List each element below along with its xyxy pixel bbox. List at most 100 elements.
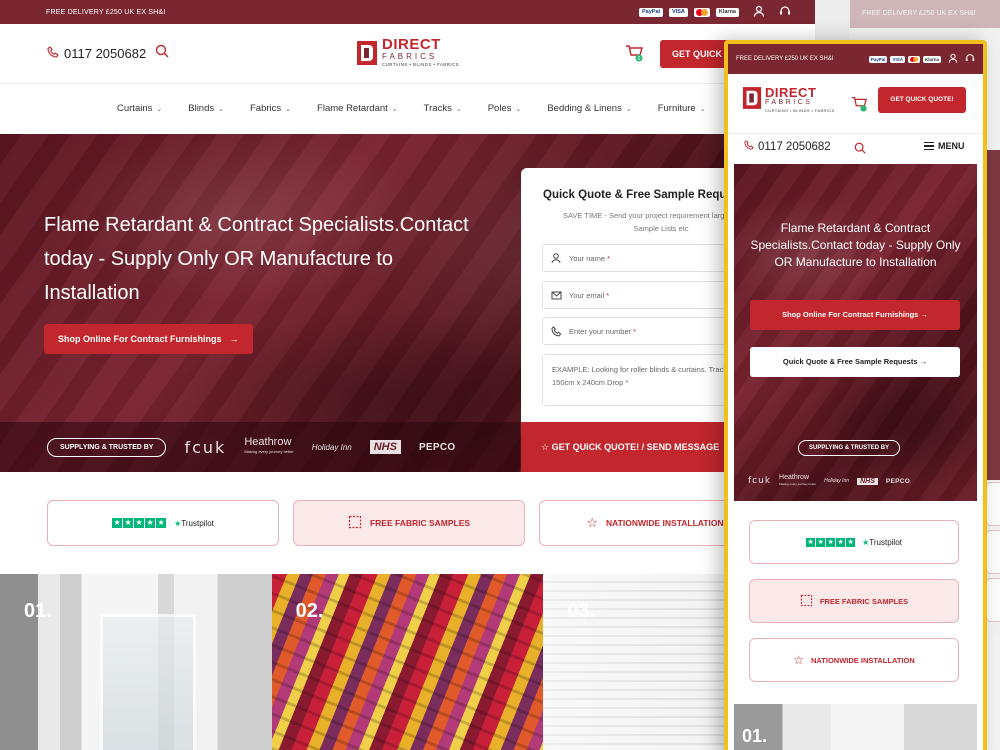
phone-icon <box>551 318 562 358</box>
chevron-down-icon: ⌄ <box>285 105 292 113</box>
free-samples-label: FREE FABRIC SAMPLES <box>369 518 471 528</box>
logo-tagline: CURTAINS • BLINDS • FABRICS <box>382 62 460 67</box>
mobile-quick-quote-button[interactable]: GET QUICK QUOTE! <box>878 87 966 113</box>
hero-title: Flame Retardant & Contract Specialists.C… <box>44 214 469 304</box>
mobile-free-samples-label: FREE FABRIC SAMPLES <box>819 596 909 606</box>
mobile-installation-card[interactable]: ☆ NATIONWIDE INSTALLATION <box>749 638 959 682</box>
mobile-hero: Flame Retardant & Contract Specialists.C… <box>734 164 977 501</box>
phone-icon <box>47 46 59 61</box>
trustpilot-text: Trustpilot <box>181 518 214 528</box>
nav-item-furniture[interactable]: Furniture ⌄ <box>658 103 706 114</box>
menu-button[interactable]: MENU <box>924 141 965 151</box>
mobile-trustpilot-card[interactable]: ★ ★ ★ ★ ★ ★Trustpilot <box>749 520 959 564</box>
nav-item-poles[interactable]: Poles ⌄ <box>488 103 522 114</box>
logo-line-direct: DIRECT <box>765 85 817 100</box>
mobile-category-tile[interactable]: 01. <box>734 704 977 750</box>
user-icon <box>551 245 561 285</box>
nav-label: Curtains <box>117 102 153 114</box>
heathrow-tagline: Making every journey better <box>244 449 294 454</box>
trusted-by-band: SUPPLYING & TRUSTED BY fcuk Heathrow Maki… <box>0 422 520 472</box>
required-mark: * <box>633 327 637 336</box>
holiday-inn-logo: Holiday Inn <box>311 442 352 452</box>
usp-row: ★ ★ ★ ★ ★ ★Trustpilot FREE FABRIC SAMPLES ☆ … <box>47 500 771 546</box>
mail-icon <box>551 282 562 322</box>
category-tile-curtains[interactable]: 01. <box>0 574 272 750</box>
phone-link[interactable]: 0117 2050682 <box>47 46 146 61</box>
mobile-phone-number: 0117 2050682 <box>758 140 831 153</box>
mobile-installation-label: NATIONWIDE INSTALLATION <box>811 655 915 665</box>
heathrow-logo: Heathrow Making every journey better <box>244 437 293 457</box>
klarna-icon: Klarna <box>922 55 941 63</box>
phone-icon <box>744 140 754 153</box>
nav-label: Bedding & Linens <box>547 102 622 114</box>
logo-line-fabrics: FABRICS <box>765 99 813 106</box>
trustpilot-text: Trustpilot <box>869 537 902 547</box>
screenshot-stage: FREE DELIVERY £250 UK EX SH&I FREE DELIV… <box>0 0 1000 750</box>
mobile-free-samples-card[interactable]: FREE FABRIC SAMPLES <box>749 579 959 623</box>
support-headset-icon[interactable] <box>965 53 975 66</box>
mobile-quick-quote-sample-button[interactable]: Quick Quote & Free Sample Requests → <box>750 347 960 377</box>
trustpilot-stars-icon: ★ ★ ★ ★ ★ <box>112 518 167 528</box>
mobile-header: DIRECT FABRICS CURTAINS • BLINDS • FABRI… <box>728 74 983 134</box>
free-samples-card[interactable]: FREE FABRIC SAMPLES <box>293 500 525 546</box>
search-icon[interactable] <box>854 141 866 154</box>
shop-contract-button[interactable]: Shop Online For Contract Furnishings → <box>44 324 253 354</box>
nav-item-flame-retardant[interactable]: Flame Retardant ⌄ <box>317 103 398 114</box>
nav-label: Fabrics <box>250 102 282 114</box>
shop-contract-label: Shop Online For Contract Furnishings <box>58 334 222 344</box>
chevron-down-icon: ⌄ <box>156 105 163 113</box>
heathrow-logo: Heathrow Making every journey better <box>779 474 816 488</box>
logo-mark-icon <box>356 40 378 66</box>
nav-label: Furniture <box>657 102 696 114</box>
nav-item-blinds[interactable]: Blinds ⌄ <box>188 103 224 114</box>
site-header: 0117 2050682 DIRECT FABRICS CURTAINS • B… <box>0 24 815 84</box>
site-logo[interactable]: DIRECT FABRICS CURTAINS • BLINDS • FABRI… <box>356 37 460 68</box>
chevron-down-icon: ⌄ <box>391 105 398 113</box>
main-nav: Curtains ⌄ Blinds ⌄ Fabrics ⌄ Flame Retarda… <box>0 84 815 132</box>
mobile-logo[interactable]: DIRECT FABRICS CURTAINS • BLINDS • FABRI… <box>742 86 835 115</box>
cart-icon[interactable]: 0 <box>624 42 644 67</box>
account-icon[interactable] <box>948 53 958 66</box>
nhs-logo: NHS <box>369 440 401 454</box>
chevron-down-icon: ⌄ <box>515 105 522 113</box>
chevron-down-icon: ⌄ <box>455 105 462 113</box>
visa-icon: VISA <box>890 55 905 63</box>
mastercard-icon <box>693 7 710 17</box>
arrow-right-icon: → <box>917 357 928 366</box>
nav-item-bedding-linens[interactable]: Bedding & Linens ⌄ <box>547 103 631 114</box>
name-placeholder: Your name <box>569 254 605 263</box>
tile-number: 02. <box>295 600 324 622</box>
support-headset-icon[interactable] <box>779 5 791 20</box>
star-icon: ☆ <box>793 653 804 667</box>
installation-label: NATIONWIDE INSTALLATION <box>606 518 724 528</box>
account-icon[interactable] <box>753 5 765 20</box>
heathrow-wordmark: Heathrow <box>779 474 810 481</box>
cart-icon[interactable] <box>850 94 868 117</box>
background-card <box>985 482 1000 526</box>
nav-item-fabrics[interactable]: Fabrics ⌄ <box>250 103 291 114</box>
star-icon: ☆ <box>586 515 599 530</box>
search-icon[interactable] <box>155 44 169 58</box>
mobile-shop-label: Shop Online For Contract Furnishings <box>782 310 919 319</box>
send-quote-label: GET QUICK QUOTE! / SEND MESSAGE <box>551 442 720 452</box>
fcuk-logo: fcuk <box>748 476 772 486</box>
nav-item-tracks[interactable]: Tracks ⌄ <box>424 103 462 114</box>
trustpilot-card[interactable]: ★ ★ ★ ★ ★ ★Trustpilot <box>47 500 279 546</box>
mobile-phone-link[interactable]: 0117 2050682 <box>744 140 831 153</box>
email-placeholder: Your email <box>569 291 605 300</box>
background-card <box>985 530 1000 574</box>
tile-number: 01. <box>24 600 52 622</box>
trustpilot-label: ★Trustpilot <box>862 538 902 547</box>
background-card <box>985 578 1000 622</box>
arrow-right-icon: → <box>918 310 928 319</box>
klarna-icon: Klarna <box>715 7 739 17</box>
nav-label: Tracks <box>423 102 452 114</box>
nav-label: Blinds <box>188 102 215 114</box>
mobile-shop-contract-button[interactable]: Shop Online For Contract Furnishings → <box>750 300 960 330</box>
phone-number: 0117 2050682 <box>64 46 147 61</box>
top-bar: FREE DELIVERY £250 UK EX SH&I PayPal VIS… <box>0 0 815 24</box>
background-topbar: FREE DELIVERY £250 UK EX SH&I <box>850 0 1000 28</box>
paypal-icon: PayPal <box>868 55 888 63</box>
nav-item-curtains[interactable]: Curtains ⌄ <box>117 103 162 114</box>
category-tile-fabrics[interactable]: 02. <box>271 574 544 750</box>
